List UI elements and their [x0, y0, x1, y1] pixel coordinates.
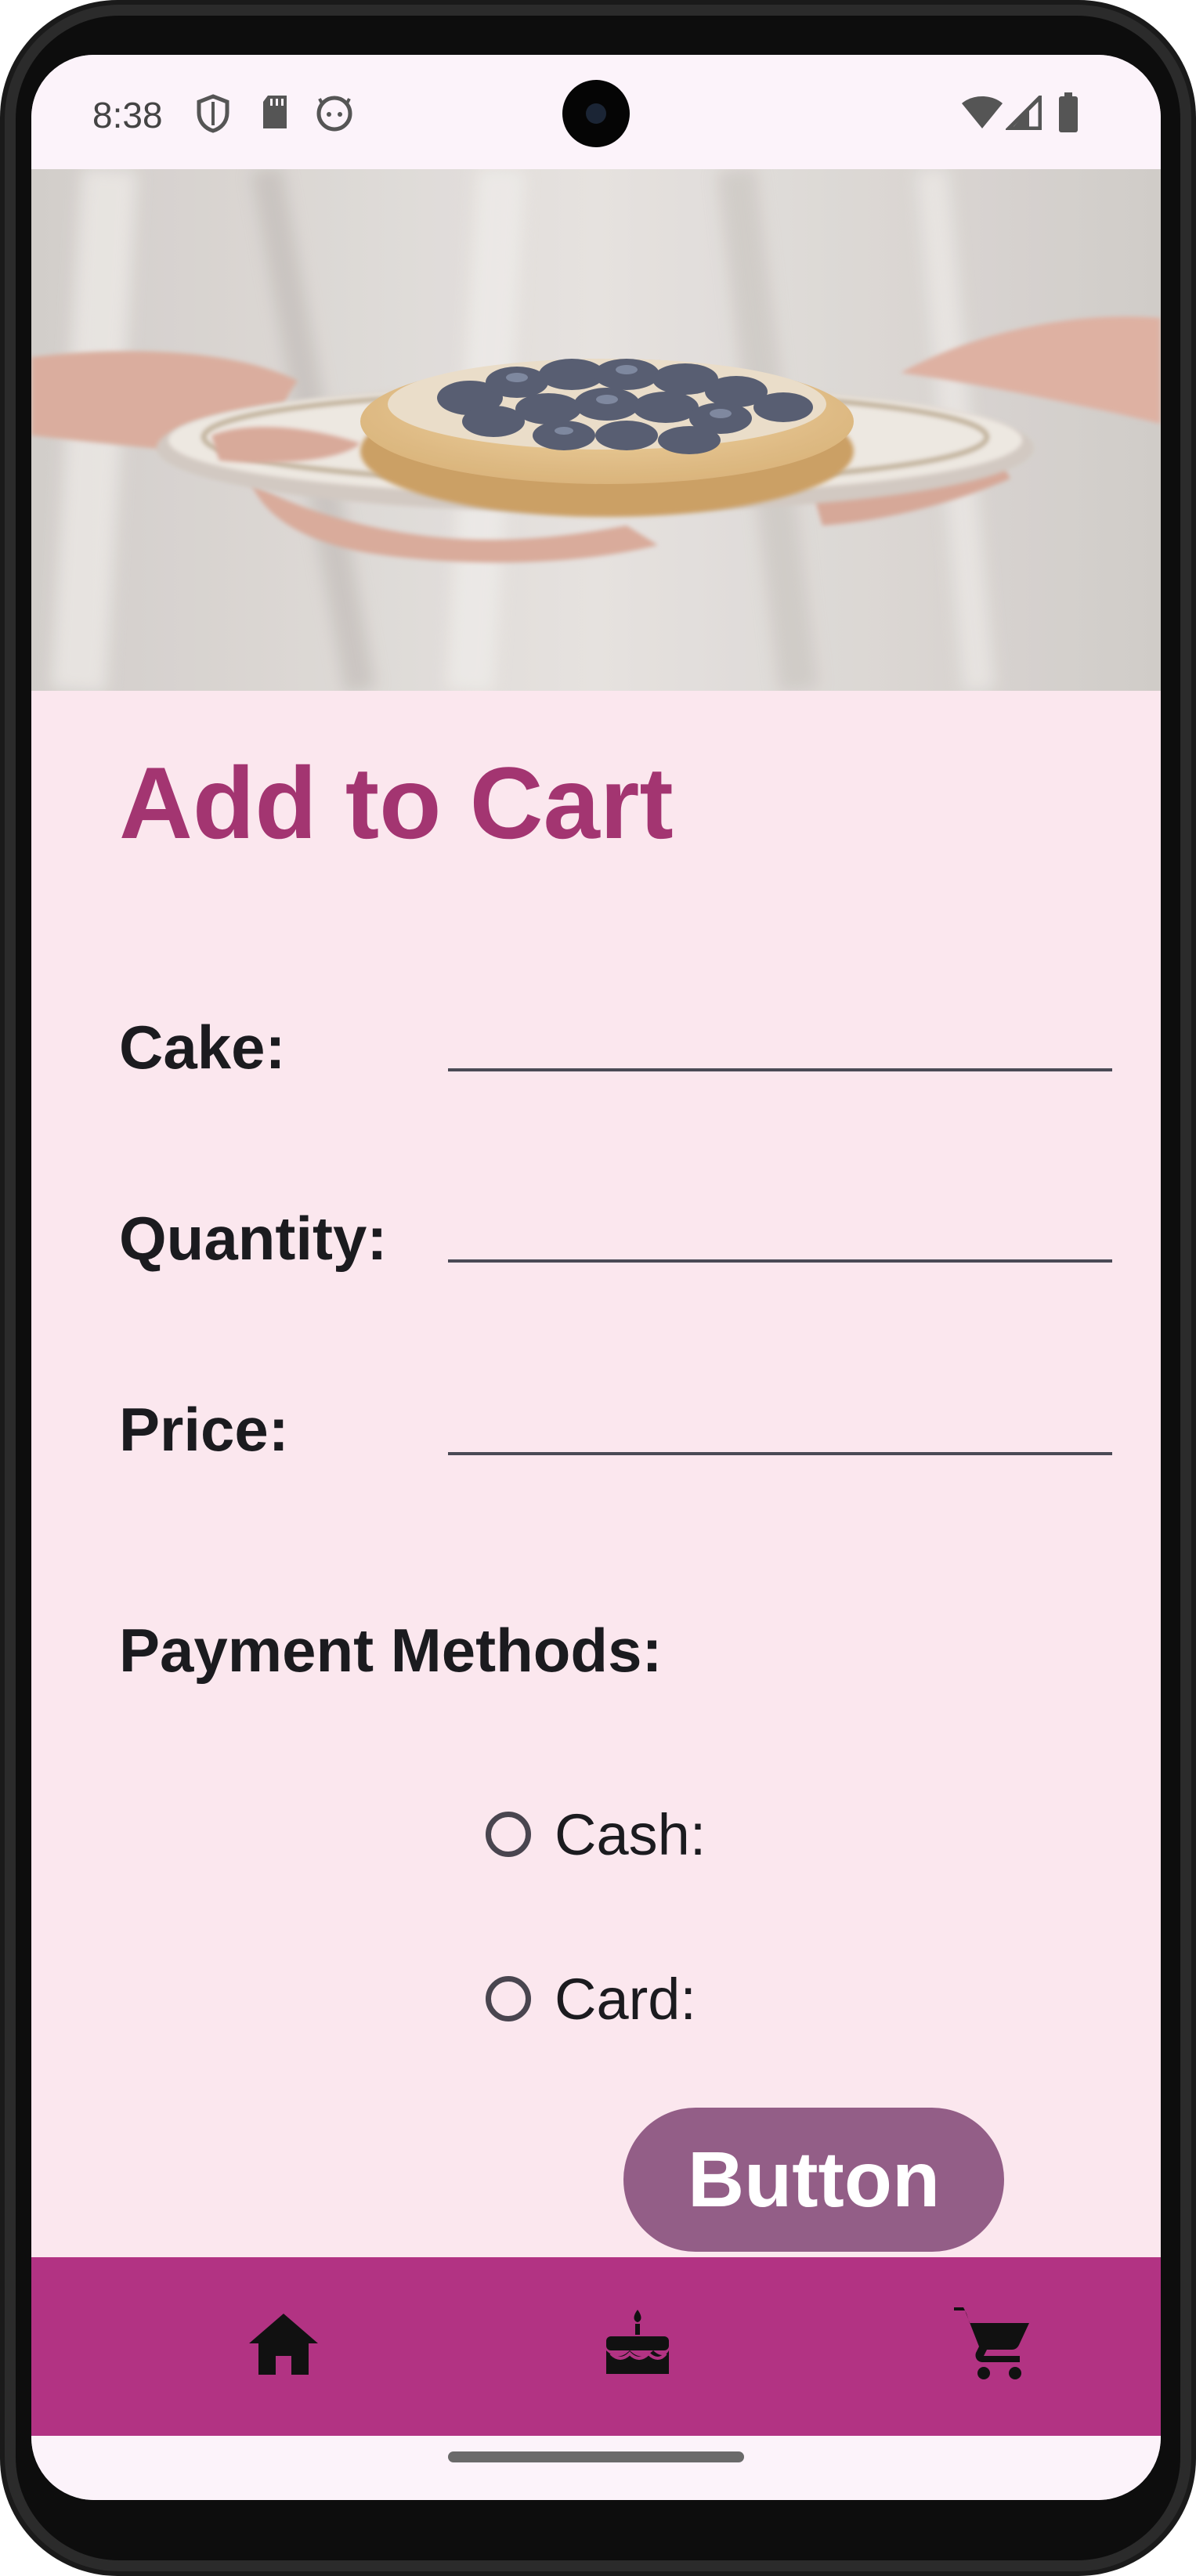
price-label: Price: [119, 1395, 289, 1464]
price-input[interactable] [448, 1397, 1112, 1455]
hero-image [31, 169, 1161, 691]
shield-icon [196, 94, 230, 137]
cake-icon [600, 2308, 675, 2383]
cash-radio-option[interactable]: Cash: [486, 1801, 706, 1868]
nav-cart[interactable] [945, 2298, 1039, 2392]
page-title: Add to Cart [119, 746, 674, 860]
payment-methods-label: Payment Methods: [119, 1616, 663, 1685]
submit-button[interactable]: Button [623, 2108, 1004, 2252]
battery-icon [1057, 92, 1079, 137]
cash-radio-button[interactable] [486, 1812, 531, 1857]
front-camera [562, 80, 630, 147]
bottom-navigation [31, 2257, 1161, 2436]
cash-radio-label[interactable]: Cash: [555, 1801, 706, 1868]
power-button [1191, 815, 1196, 1003]
screen: 8:38 Add to Cart Cake: Quantity: Price: … [31, 55, 1161, 2500]
status-bar: 8:38 [31, 55, 1161, 169]
cake-label: Cake: [119, 1013, 286, 1082]
signal-icon [1003, 92, 1042, 134]
quantity-label: Quantity: [119, 1204, 388, 1273]
nav-home[interactable] [237, 2298, 331, 2392]
sd-card-icon [260, 94, 290, 134]
card-radio-label[interactable]: Card: [555, 1966, 696, 2032]
phone-frame: 8:38 Add to Cart Cake: Quantity: Price: … [0, 0, 1196, 2576]
wifi-icon [960, 96, 1004, 134]
nav-cakes[interactable] [591, 2298, 685, 2392]
add-to-cart-form: Add to Cart Cake: Quantity: Price: Payme… [31, 691, 1161, 2257]
quantity-input[interactable] [448, 1205, 1112, 1263]
android-face-icon [315, 94, 354, 135]
card-radio-button[interactable] [486, 1976, 531, 2021]
status-time: 8:38 [92, 95, 163, 135]
cake-input[interactable] [448, 1013, 1112, 1071]
cart-icon [952, 2306, 1031, 2385]
gesture-bar-area [31, 2436, 1161, 2500]
gesture-handle[interactable] [448, 2451, 744, 2462]
home-icon [246, 2310, 321, 2380]
card-radio-option[interactable]: Card: [486, 1966, 696, 2032]
volume-button [1191, 1034, 1196, 1316]
